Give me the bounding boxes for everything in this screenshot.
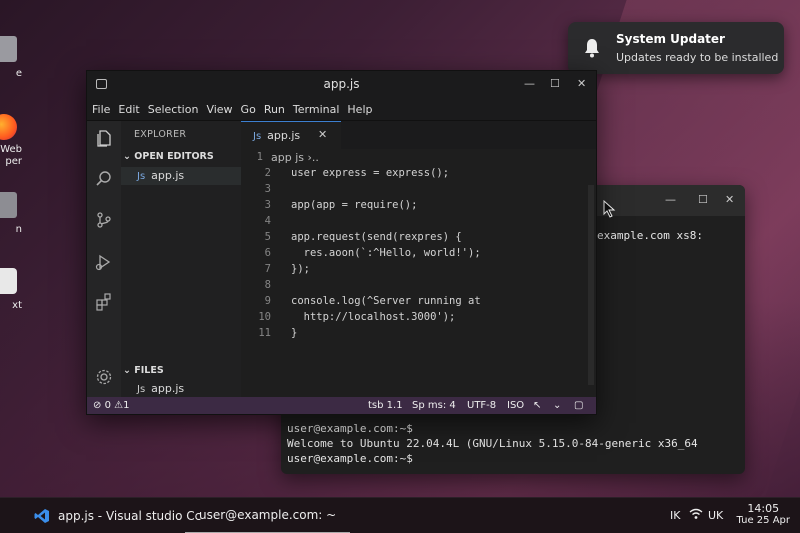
notification-title: System Updater (616, 32, 725, 46)
minimize-icon[interactable]: — (665, 193, 676, 206)
code-line[interactable]: 11} (241, 327, 596, 343)
taskbar: app.js - Visual studio Cc user@example.c… (0, 497, 800, 533)
maximize-icon[interactable]: ☐ (550, 77, 560, 90)
extensions-icon[interactable] (95, 293, 113, 311)
run-debug-icon[interactable] (95, 253, 113, 271)
vscode-logo-icon (34, 509, 49, 523)
activity-bar (87, 121, 121, 399)
taskbar-terminal-label: user@example.com: ~ (199, 508, 337, 522)
problems-indicator[interactable]: ⊘ 0 ⚠1 (93, 400, 129, 411)
code-editor[interactable]: Js app.js ✕ 1 app js ›.. 2 user express = … (241, 121, 596, 399)
scrollbar[interactable] (588, 185, 594, 385)
code-line[interactable]: 8 (241, 279, 596, 295)
terminal-prompt-line: user@example.com:~$ (287, 422, 413, 435)
vscode-window[interactable]: app.js — ☐ ✕ File Edit Selection View Go… (86, 70, 597, 415)
menu-file[interactable]: File (92, 103, 110, 116)
window-title: app.js (323, 77, 360, 91)
js-file-icon: Js (253, 131, 262, 142)
feedback-icon[interactable]: ⌄ (553, 400, 561, 411)
bell-icon (585, 39, 599, 58)
cursor-position[interactable]: tsb 1.1 (368, 400, 403, 411)
clock[interactable]: 14:05 Tue 25 Apr (737, 502, 790, 526)
taskbar-vscode[interactable]: app.js - Visual studio Cc (34, 498, 201, 533)
clock-time: 14:05 (747, 502, 780, 515)
notification-popup[interactable]: System Updater Updates ready to be insta… (568, 22, 784, 74)
error-icon: ⊘ (93, 400, 102, 411)
code-line[interactable]: 1 app js ›.. (241, 151, 596, 167)
mouse-pointer-icon (603, 200, 616, 218)
close-icon[interactable]: ✕ (725, 193, 734, 206)
firefox-icon (0, 114, 17, 140)
maximize-icon[interactable]: ☐ (698, 193, 708, 206)
code-line[interactable]: 3 (241, 183, 596, 199)
warning-icon: ⚠ (114, 400, 124, 411)
code-line[interactable]: 3 app(app = require(); (241, 199, 596, 215)
settings-gear-icon[interactable] (95, 368, 113, 386)
menu-run[interactable]: Run (264, 103, 285, 116)
encoding-setting[interactable]: UTF-8 (467, 400, 496, 411)
files-icon (0, 192, 17, 218)
chevron-down-icon: ⌄ (123, 151, 131, 162)
close-icon[interactable]: ✕ (577, 77, 586, 90)
clock-date: Tue 25 Apr (736, 515, 790, 526)
taskbar-terminal[interactable]: user@example.com: ~ (185, 498, 351, 533)
code-line[interactable]: 9 console.log(^Server running at (241, 295, 596, 311)
desktop-icon-files[interactable]: n (0, 192, 22, 235)
trash-icon (0, 36, 17, 62)
code-line[interactable]: 10 http://localhost.3000'); (241, 311, 596, 327)
code-line[interactable]: 6 res.aoon(`:^Hello, world!'); (241, 247, 596, 263)
desktop-icon-firefox[interactable]: Web per (0, 114, 22, 168)
explorer-header: EXPLORER (134, 129, 187, 140)
terminal-prompt-line: user@example.com:~$ (287, 452, 413, 465)
close-icon[interactable]: ✕ (318, 128, 327, 141)
wifi-icon[interactable] (689, 508, 703, 520)
tab-app-js[interactable]: Js app.js ✕ (241, 121, 341, 149)
vscode-titlebar[interactable]: app.js — ☐ ✕ (87, 71, 596, 99)
notification-body: Updates ready to be installed (616, 51, 779, 64)
desktop-icon-label: e (15, 68, 22, 79)
menu-help[interactable]: Help (347, 103, 372, 116)
search-icon[interactable] (95, 170, 113, 188)
chevron-down-icon: ⌄ (123, 365, 131, 376)
keyboard-layout[interactable]: UK (708, 509, 723, 522)
menu-bar: File Edit Selection View Go Run Terminal… (87, 99, 596, 121)
terminal-output-line: example.com xs8: (597, 229, 703, 242)
source-control-icon[interactable] (95, 211, 113, 229)
status-bar: ⊘ 0 ⚠1 tsb 1.1 Sp ms: 4 UTF-8 ISO ↖ ⌄ ▢ (87, 397, 596, 414)
tab-label: app.js (267, 129, 301, 142)
js-file-icon: Js (137, 171, 146, 182)
code-line[interactable]: 5 app.request(send(rexpres) { (241, 231, 596, 247)
text-editor-icon (0, 268, 17, 294)
files-section[interactable]: ⌄ FILES (123, 365, 164, 376)
explorer-sidebar: EXPLORER ⌄ OPEN EDITORS Js app.js ⌄ FILES… (121, 121, 241, 399)
keyboard-indicator[interactable]: IK (670, 509, 680, 522)
menu-go[interactable]: Go (241, 103, 256, 116)
js-file-icon: Js (137, 384, 146, 395)
open-editors-section[interactable]: ⌄ OPEN EDITORS (123, 151, 214, 162)
code-line[interactable]: 4 (241, 215, 596, 231)
desktop-icon-label: Web per (0, 144, 22, 167)
code-line[interactable]: 2 user express = express(); (241, 167, 596, 183)
menu-terminal[interactable]: Terminal (293, 103, 340, 116)
desktop-icon-label: xt (12, 300, 22, 311)
terminal-output-line: Welcome to Ubuntu 22.04.4L (GNU/Linux 5.… (287, 437, 698, 450)
minimize-icon[interactable]: — (524, 77, 535, 90)
code-line[interactable]: 7}); (241, 263, 596, 279)
menu-edit[interactable]: Edit (118, 103, 139, 116)
desktop-icon-text-editor[interactable]: xt (0, 268, 22, 311)
open-editor-item[interactable]: Js app.js (121, 167, 241, 185)
editor-tabs: Js app.js ✕ (241, 121, 596, 149)
menu-view[interactable]: View (206, 103, 232, 116)
indentation-setting[interactable]: Sp ms: 4 (412, 400, 456, 411)
taskbar-vscode-label: app.js - Visual studio Cc (58, 509, 202, 523)
desktop-icon-label: n (15, 224, 22, 235)
sync-icon[interactable]: ↖ (533, 400, 541, 411)
notifications-icon[interactable]: ▢ (574, 400, 583, 411)
file-tree-item[interactable]: Js app.js (137, 382, 184, 395)
breadcrumb[interactable]: app js ›.. (271, 151, 319, 164)
language-mode[interactable]: ISO (507, 400, 524, 411)
menu-selection[interactable]: Selection (148, 103, 199, 116)
files-icon[interactable] (95, 129, 113, 147)
desktop-icon-trash[interactable]: e (0, 36, 22, 79)
